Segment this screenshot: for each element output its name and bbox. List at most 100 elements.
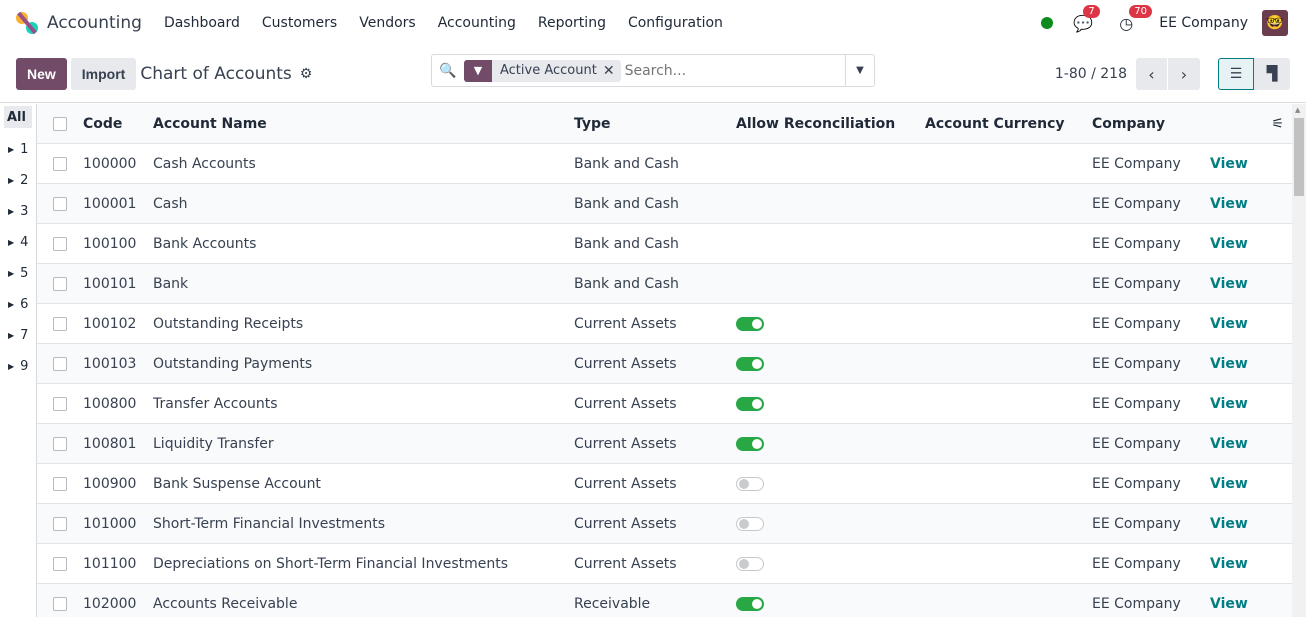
view-button[interactable]: View <box>1210 476 1248 492</box>
view-button[interactable]: View <box>1210 436 1248 452</box>
cell-type: Bank and Cash <box>574 275 679 292</box>
row-checkbox[interactable] <box>53 516 67 531</box>
company-switcher[interactable]: EE Company <box>1159 15 1248 31</box>
row-checkbox[interactable] <box>53 236 67 251</box>
view-button[interactable]: View <box>1210 596 1248 612</box>
reconcile-toggle[interactable] <box>736 476 764 491</box>
menu-vendors[interactable]: Vendors <box>359 15 415 31</box>
accounts-table: Code Account Name Type Allow Reconciliat… <box>37 104 1292 617</box>
view-button[interactable]: View <box>1210 356 1248 372</box>
table-row[interactable]: 100801 Liquidity Transfer Current Assets… <box>37 424 1292 464</box>
column-code[interactable]: Code <box>83 116 153 132</box>
menu-accounting[interactable]: Accounting <box>438 15 516 31</box>
reconcile-toggle[interactable] <box>736 316 764 331</box>
kanban-view-button[interactable]: ▜ <box>1254 58 1290 90</box>
import-button[interactable]: Import <box>70 58 137 90</box>
sidebar-item-all[interactable]: All <box>4 106 32 128</box>
cell-account-name: Short-Term Financial Investments <box>153 515 386 532</box>
table-row[interactable]: 100800 Transfer Accounts Current Assets … <box>37 384 1292 424</box>
reconcile-toggle[interactable] <box>736 436 764 451</box>
sidebar-group-label: 3 <box>20 204 29 219</box>
cell-allow-reconciliation <box>736 396 925 411</box>
row-checkbox[interactable] <box>53 436 67 451</box>
list-view-button[interactable]: ☰ <box>1218 58 1254 90</box>
table-row[interactable]: 102000 Accounts Receivable Receivable EE… <box>37 584 1292 617</box>
pager-next-button[interactable]: › <box>1168 58 1200 90</box>
column-company[interactable]: Company <box>1092 116 1210 132</box>
sidebar-group-5[interactable]: ▶ 5 <box>0 258 36 289</box>
cell-type: Bank and Cash <box>574 235 679 252</box>
reconcile-toggle[interactable] <box>736 596 764 611</box>
table-row[interactable]: 100100 Bank Accounts Bank and Cash EE Co… <box>37 224 1292 264</box>
cell-company: EE Company <box>1092 315 1181 332</box>
activities-button[interactable]: ◷ 70 <box>1119 4 1153 33</box>
cell-company: EE Company <box>1092 355 1181 372</box>
app-logo-icon[interactable] <box>16 11 38 35</box>
table-row[interactable]: 101100 Depreciations on Short-Term Finan… <box>37 544 1292 584</box>
reconcile-toggle[interactable] <box>736 556 764 571</box>
messages-button[interactable]: 💬 7 <box>1073 4 1100 33</box>
cell-type: Current Assets <box>574 475 677 492</box>
reconcile-toggle[interactable] <box>736 356 764 371</box>
cell-account-name: Bank <box>153 275 189 292</box>
scrollbar[interactable]: ▲ <box>1292 104 1306 617</box>
row-checkbox[interactable] <box>53 156 67 171</box>
menu-configuration[interactable]: Configuration <box>628 15 723 31</box>
search-icon[interactable]: 🔍 <box>432 63 464 79</box>
row-checkbox[interactable] <box>53 276 67 291</box>
remove-facet-icon[interactable]: ✕ <box>603 63 621 79</box>
sidebar-group-2[interactable]: ▶ 2 <box>0 165 36 196</box>
view-button[interactable]: View <box>1210 396 1248 412</box>
column-account-currency[interactable]: Account Currency <box>925 116 1092 132</box>
search-input[interactable] <box>624 56 845 85</box>
table-row[interactable]: 100000 Cash Accounts Bank and Cash EE Co… <box>37 144 1292 184</box>
table-row[interactable]: 101000 Short-Term Financial Investments … <box>37 504 1292 544</box>
table-row[interactable]: 100101 Bank Bank and Cash EE Company Vie… <box>37 264 1292 304</box>
view-button[interactable]: View <box>1210 156 1248 172</box>
sidebar-group-7[interactable]: ▶ 7 <box>0 320 36 351</box>
row-checkbox[interactable] <box>53 396 67 411</box>
sidebar-group-6[interactable]: ▶ 6 <box>0 289 36 320</box>
sidebar-group-9[interactable]: ▶ 9 <box>0 351 36 382</box>
user-avatar[interactable]: 🤓 <box>1262 10 1288 36</box>
table-row[interactable]: 100102 Outstanding Receipts Current Asse… <box>37 304 1292 344</box>
column-allow-reconciliation[interactable]: Allow Reconciliation <box>736 116 925 132</box>
cell-account-name: Outstanding Receipts <box>153 315 304 332</box>
menu-dashboard[interactable]: Dashboard <box>164 15 240 31</box>
column-account-name[interactable]: Account Name <box>153 116 574 132</box>
menu-customers[interactable]: Customers <box>262 15 337 31</box>
row-checkbox[interactable] <box>53 596 67 611</box>
menu-reporting[interactable]: Reporting <box>538 15 606 31</box>
view-button[interactable]: View <box>1210 556 1248 572</box>
cell-code: 102000 <box>83 595 137 612</box>
gear-icon[interactable]: ⚙ <box>300 66 313 82</box>
view-button[interactable]: View <box>1210 516 1248 532</box>
cell-account-name: Accounts Receivable <box>153 595 298 612</box>
view-button[interactable]: View <box>1210 276 1248 292</box>
group-sidebar: All ▶ 1 ▶ 2 ▶ 3 ▶ 4 ▶ 5 ▶ 6 ▶ 7 ▶ 9 <box>0 104 37 617</box>
sidebar-group-1[interactable]: ▶ 1 <box>0 134 36 165</box>
reconcile-toggle[interactable] <box>736 516 764 531</box>
pager-value[interactable]: 1-80 / 218 <box>1055 66 1127 82</box>
row-checkbox[interactable] <box>53 476 67 491</box>
table-row[interactable]: 100001 Cash Bank and Cash EE Company Vie… <box>37 184 1292 224</box>
view-button[interactable]: View <box>1210 236 1248 252</box>
table-row[interactable]: 100900 Bank Suspense Account Current Ass… <box>37 464 1292 504</box>
row-checkbox[interactable] <box>53 196 67 211</box>
row-checkbox[interactable] <box>53 556 67 571</box>
new-button[interactable]: New <box>16 58 67 90</box>
view-button[interactable]: View <box>1210 316 1248 332</box>
optional-columns-icon[interactable]: ⚟ <box>1271 116 1284 132</box>
search-options-toggle[interactable]: ▼ <box>845 55 874 86</box>
column-type[interactable]: Type <box>574 116 736 132</box>
view-button[interactable]: View <box>1210 196 1248 212</box>
app-name[interactable]: Accounting <box>47 13 142 33</box>
table-row[interactable]: 100103 Outstanding Payments Current Asse… <box>37 344 1292 384</box>
row-checkbox[interactable] <box>53 356 67 371</box>
sidebar-group-3[interactable]: ▶ 3 <box>0 196 36 227</box>
sidebar-group-4[interactable]: ▶ 4 <box>0 227 36 258</box>
row-checkbox[interactable] <box>53 316 67 331</box>
pager-previous-button[interactable]: ‹ <box>1136 58 1168 90</box>
reconcile-toggle[interactable] <box>736 396 764 411</box>
select-all-checkbox[interactable] <box>53 116 67 131</box>
